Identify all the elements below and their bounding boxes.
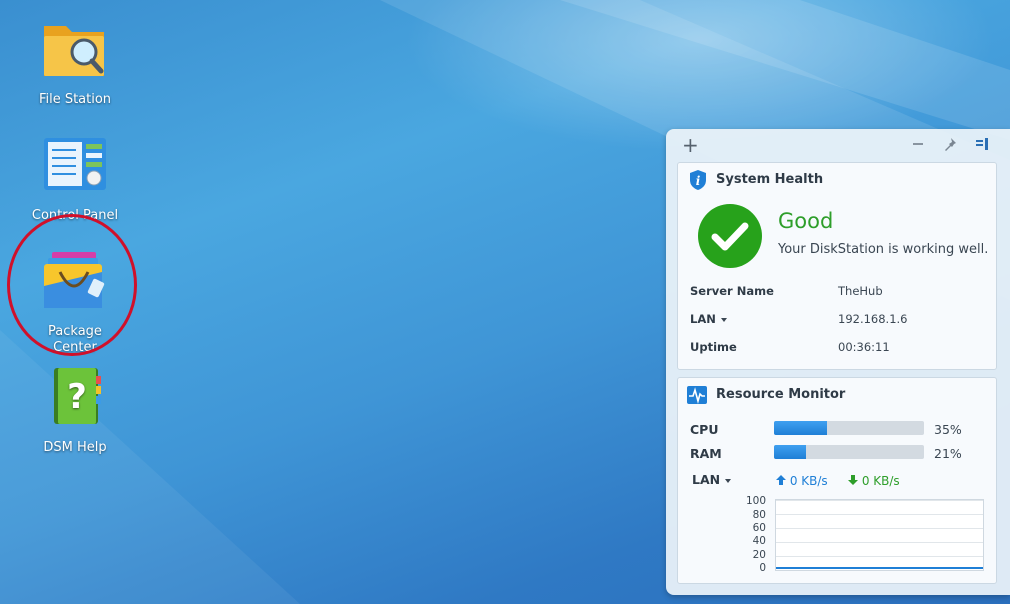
minus-icon	[913, 143, 923, 145]
health-status: Good	[778, 209, 834, 233]
chevron-down-icon	[725, 478, 732, 483]
download-rate-value: 0 KB/s	[861, 474, 900, 488]
uptime-value: 00:36:11	[838, 340, 890, 354]
lan-ip-value: 192.168.1.6	[838, 312, 908, 326]
cpu-label: CPU	[690, 422, 719, 437]
upload-rate: 0 KB/s	[776, 474, 828, 488]
desktop-icon-package-center[interactable]: Package Center	[20, 250, 130, 356]
pin-icon	[945, 138, 956, 151]
widget-title: Resource Monitor	[716, 387, 846, 402]
upload-arrow-icon	[776, 475, 786, 485]
lan-label: LAN	[690, 312, 716, 326]
svg-text:?: ?	[67, 377, 87, 417]
dsm-help-icon: ?	[40, 366, 110, 436]
system-health-widget: i System Health Good Your DiskStation is…	[677, 162, 997, 370]
control-panel-icon	[40, 134, 110, 204]
lan-monitor-label: LAN	[692, 472, 721, 487]
network-graph-line	[776, 567, 983, 569]
cpu-usage-fill	[774, 421, 827, 435]
upload-rate-value: 0 KB/s	[789, 474, 828, 488]
lan-monitor-dropdown[interactable]: LAN	[692, 472, 732, 487]
network-graph	[775, 499, 984, 571]
desktop-icon-dsm-help[interactable]: ? DSM Help	[20, 366, 130, 456]
server-name-value: TheHub	[838, 284, 883, 298]
add-widget-button[interactable]: +	[682, 135, 699, 155]
cpu-percent: 35%	[934, 422, 962, 437]
server-name-label: Server Name	[690, 284, 774, 298]
graph-y-tick: 60	[752, 522, 766, 534]
status-check-icon	[698, 204, 762, 268]
graph-y-tick: 40	[752, 535, 766, 547]
desktop-icon-control-panel[interactable]: Control Panel	[20, 134, 130, 224]
ram-label: RAM	[690, 446, 722, 461]
chevron-down-icon	[720, 317, 727, 322]
graph-y-tick: 0	[759, 562, 766, 574]
cpu-usage-bar	[774, 421, 924, 435]
widget-title: System Health	[716, 172, 824, 187]
icon-label: Control Panel	[31, 208, 119, 223]
download-rate: 0 KB/s	[848, 474, 900, 488]
dock-button[interactable]	[974, 136, 990, 156]
file-station-icon	[40, 18, 110, 88]
minimize-button[interactable]	[911, 137, 925, 155]
ram-percent: 21%	[934, 446, 962, 461]
graph-y-tick: 100	[745, 495, 766, 507]
pin-button[interactable]	[942, 136, 958, 156]
package-center-icon	[40, 250, 110, 320]
dock-icon	[976, 138, 988, 150]
icon-label: File Station	[38, 92, 112, 107]
icon-label: Package Center	[48, 324, 102, 355]
graph-y-tick: 20	[752, 549, 766, 561]
ram-usage-bar	[774, 445, 924, 459]
info-shield-icon: i	[690, 170, 706, 190]
desktop-icon-file-station[interactable]: File Station	[20, 18, 130, 108]
ram-usage-fill	[774, 445, 806, 459]
svg-text:i: i	[696, 174, 701, 188]
icon-label: DSM Help	[43, 440, 107, 455]
resource-monitor-widget: Resource Monitor CPU 35% RAM 21% LAN 0 K…	[677, 377, 997, 584]
uptime-label: Uptime	[690, 340, 737, 354]
widget-panel: + i System Health Good Your DiskStation …	[666, 129, 1010, 595]
pulse-monitor-icon	[687, 386, 707, 404]
lan-dropdown[interactable]: LAN	[690, 312, 727, 326]
health-status-text: Your DiskStation is working well.	[778, 242, 989, 257]
download-arrow-icon	[848, 475, 858, 485]
graph-y-tick: 80	[752, 509, 766, 521]
